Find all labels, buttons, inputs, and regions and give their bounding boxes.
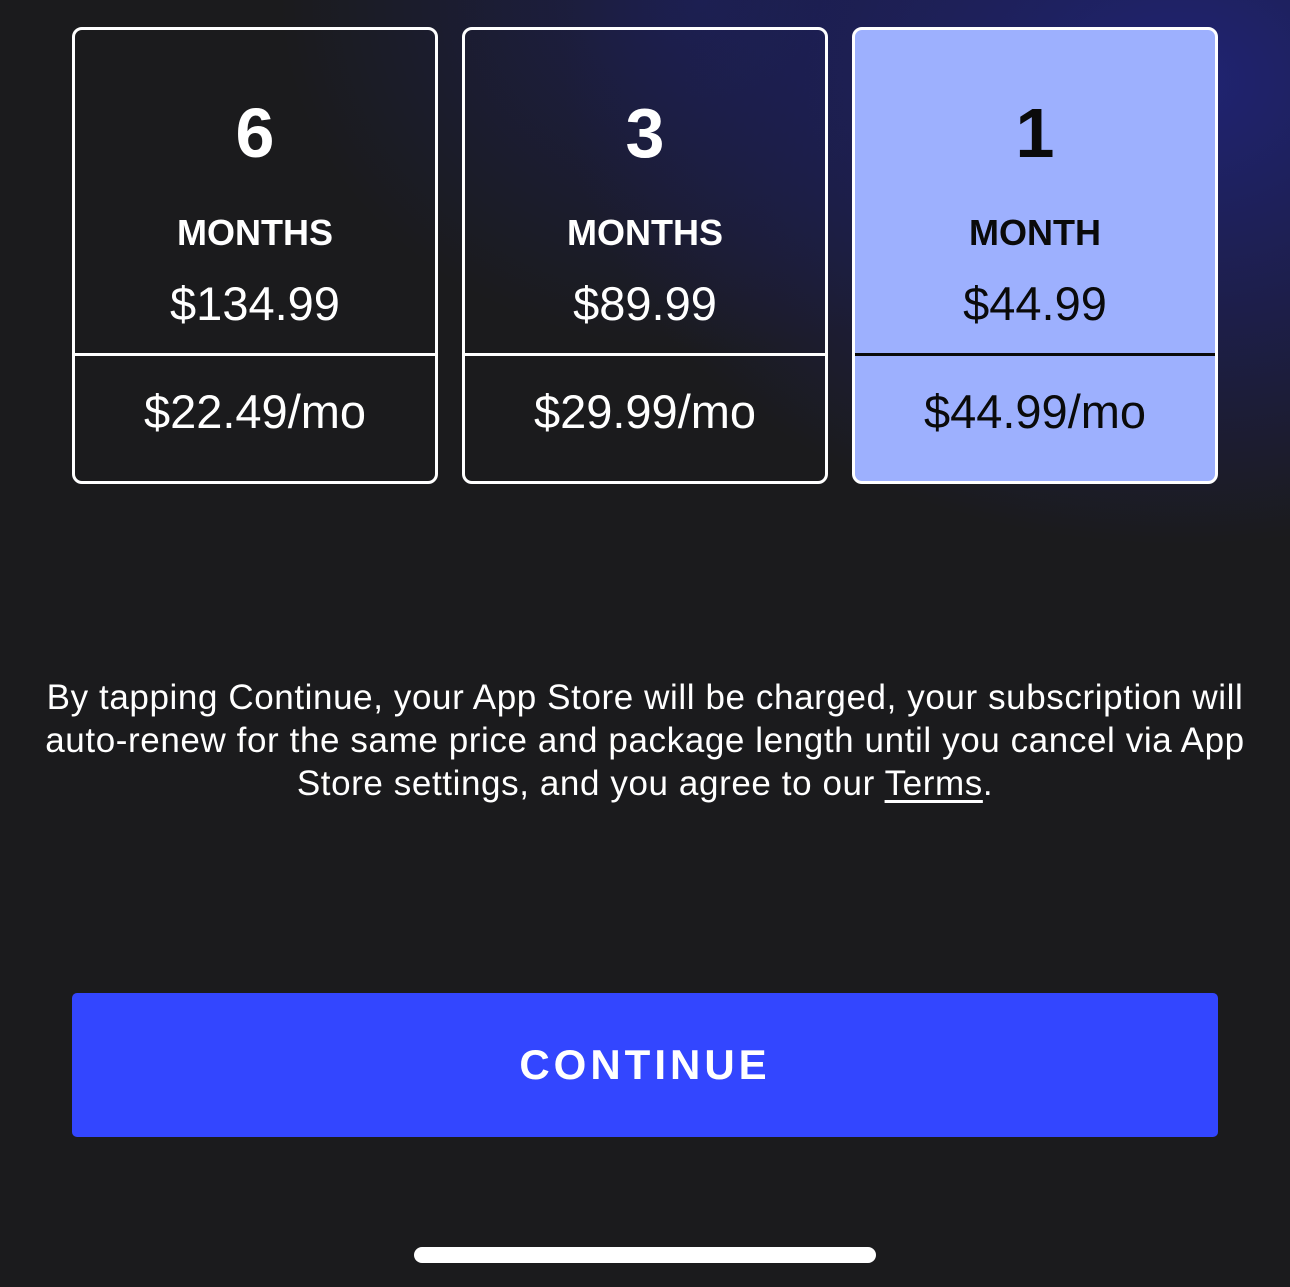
plan-duration-unit: MONTH	[969, 212, 1101, 253]
plan-duration-unit: MONTHS	[177, 212, 333, 253]
plan-monthly-price: $22.49/mo	[143, 385, 367, 438]
plan-card-bottom: $44.99/mo	[855, 356, 1215, 481]
continue-button[interactable]: CONTINUE	[72, 993, 1218, 1137]
plan-card-6-months[interactable]: 6 MONTHS $134.99 $22.49/mo	[72, 27, 438, 484]
plan-card-3-months[interactable]: 3 MONTHS $89.99 $29.99/mo	[462, 27, 828, 484]
home-indicator	[414, 1247, 876, 1263]
plan-monthly-price: $44.99/mo	[923, 385, 1147, 438]
plan-card-bottom: $22.49/mo	[75, 356, 435, 481]
plan-total-price: $134.99	[170, 277, 340, 330]
plan-duration-count: 1	[1015, 94, 1055, 172]
plan-duration-unit: MONTHS	[567, 212, 723, 253]
legal-body: By tapping Continue, your App Store will…	[45, 678, 1245, 803]
legal-end: .	[982, 764, 994, 803]
terms-link[interactable]: Terms	[885, 764, 983, 803]
plan-card-top: 1 MONTH $44.99	[855, 30, 1215, 356]
plan-options: 6 MONTHS $134.99 $22.49/mo 3 MONTHS $89.…	[72, 27, 1218, 484]
plan-monthly-price: $29.99/mo	[533, 385, 757, 438]
plan-total-price: $44.99	[963, 277, 1107, 330]
plan-card-top: 6 MONTHS $134.99	[75, 30, 435, 356]
subscription-legal-text: By tapping Continue, your App Store will…	[30, 676, 1260, 805]
plan-total-price: $89.99	[573, 277, 717, 330]
plan-card-bottom: $29.99/mo	[465, 356, 825, 481]
plan-card-1-month[interactable]: 1 MONTH $44.99 $44.99/mo	[852, 27, 1218, 484]
plan-card-top: 3 MONTHS $89.99	[465, 30, 825, 356]
plan-duration-count: 3	[625, 94, 665, 172]
plan-duration-count: 6	[235, 94, 275, 172]
